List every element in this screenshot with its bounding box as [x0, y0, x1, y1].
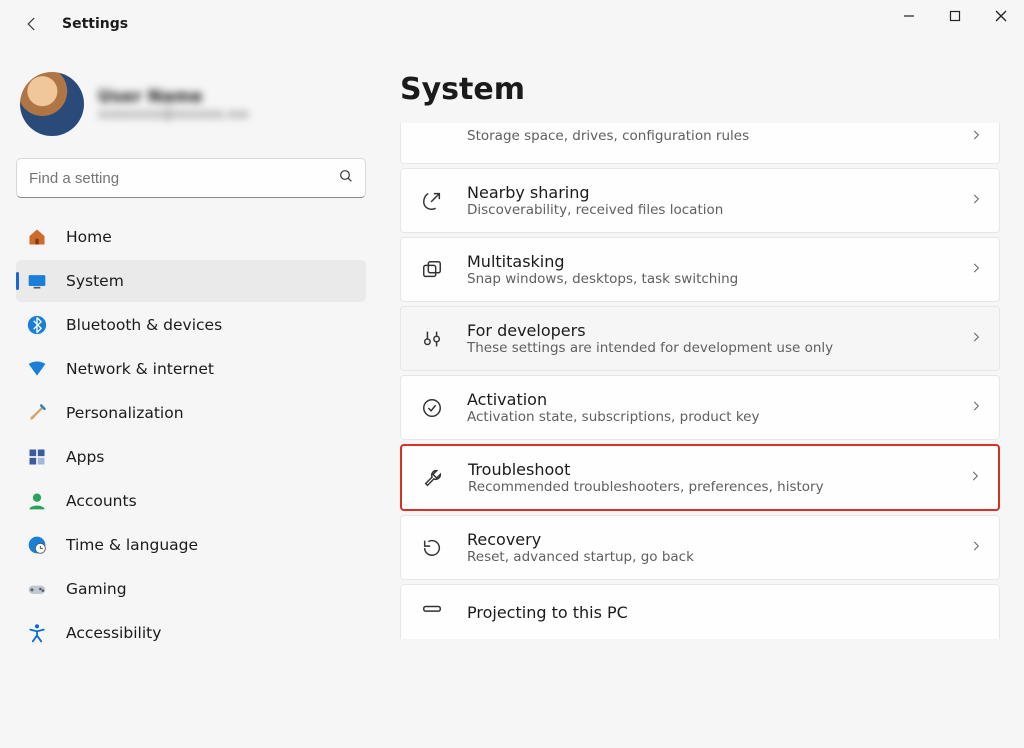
accessibility-icon	[26, 622, 48, 644]
titlebar: Settings	[0, 0, 1024, 48]
home-icon	[26, 226, 48, 248]
check-circle-icon	[419, 395, 445, 421]
sidebar-item-bluetooth[interactable]: Bluetooth & devices	[16, 304, 366, 346]
card-desc: Discoverability, received files location	[467, 202, 947, 218]
sidebar-item-label: Accessibility	[66, 624, 161, 642]
settings-card-recovery[interactable]: Recovery Reset, advanced startup, go bac…	[400, 515, 1000, 580]
sidebar-item-gaming[interactable]: Gaming	[16, 568, 366, 610]
wifi-icon	[26, 358, 48, 380]
chevron-right-icon	[969, 191, 983, 210]
card-title: Multitasking	[467, 252, 947, 271]
sidebar-item-label: Personalization	[66, 404, 184, 422]
settings-card-projecting[interactable]: Projecting to this PC	[400, 584, 1000, 639]
close-button[interactable]	[978, 0, 1024, 32]
settings-card-multitasking[interactable]: Multitasking Snap windows, desktops, tas…	[400, 237, 1000, 302]
card-title: Nearby sharing	[467, 183, 947, 202]
sidebar-item-home[interactable]: Home	[16, 216, 366, 258]
settings-card-activation[interactable]: Activation Activation state, subscriptio…	[400, 375, 1000, 440]
sidebar-item-time[interactable]: Time & language	[16, 524, 366, 566]
settings-card-for-developers[interactable]: For developers These settings are intend…	[400, 306, 1000, 371]
sidebar-item-accounts[interactable]: Accounts	[16, 480, 366, 522]
card-desc: Storage space, drives, configuration rul…	[467, 128, 947, 144]
back-button[interactable]	[18, 10, 46, 38]
chevron-right-icon	[969, 398, 983, 417]
sidebar: User Name xxxxxxxxx@xxxxxxx.xxx Home Sy	[0, 48, 380, 748]
card-title: Projecting to this PC	[467, 603, 983, 622]
chevron-right-icon	[969, 329, 983, 348]
sidebar-item-network[interactable]: Network & internet	[16, 348, 366, 390]
app-title: Settings	[62, 16, 128, 32]
chevron-right-icon	[969, 260, 983, 279]
settings-card-nearby-sharing[interactable]: Nearby sharing Discoverability, received…	[400, 168, 1000, 233]
card-title: Troubleshoot	[468, 460, 946, 479]
gamepad-icon	[26, 578, 48, 600]
sidebar-item-label: Accounts	[66, 492, 137, 510]
sidebar-item-label: Bluetooth & devices	[66, 316, 222, 334]
user-name: User Name	[98, 87, 249, 107]
main-content: System Storage space, drives, configurat…	[380, 48, 1024, 748]
system-icon	[26, 270, 48, 292]
sidebar-item-label: Time & language	[66, 536, 198, 554]
developers-icon	[419, 326, 445, 352]
maximize-button[interactable]	[932, 0, 978, 32]
card-title: Recovery	[467, 530, 947, 549]
card-title: Activation	[467, 390, 947, 409]
apps-icon	[26, 446, 48, 468]
projecting-icon	[419, 599, 445, 625]
sidebar-item-personalization[interactable]: Personalization	[16, 392, 366, 434]
minimize-button[interactable]	[886, 0, 932, 32]
person-icon	[26, 490, 48, 512]
card-desc: Reset, advanced startup, go back	[467, 549, 947, 565]
sidebar-item-accessibility[interactable]: Accessibility	[16, 612, 366, 654]
chevron-right-icon	[968, 468, 982, 487]
sidebar-item-label: Home	[66, 228, 112, 246]
recovery-icon	[419, 535, 445, 561]
chevron-right-icon	[969, 127, 983, 146]
sidebar-item-label: Apps	[66, 448, 104, 466]
card-desc: Activation state, subscriptions, product…	[467, 409, 947, 425]
search-icon[interactable]	[338, 168, 354, 188]
card-desc: These settings are intended for developm…	[467, 340, 947, 356]
user-email: xxxxxxxxx@xxxxxxx.xxx	[98, 107, 249, 121]
multitasking-icon	[419, 257, 445, 283]
settings-card-troubleshoot[interactable]: Troubleshoot Recommended troubleshooters…	[400, 444, 1000, 511]
wrench-icon	[420, 465, 446, 491]
bluetooth-icon	[26, 314, 48, 336]
share-icon	[419, 188, 445, 214]
chevron-right-icon	[969, 538, 983, 557]
settings-card-storage[interactable]: Storage space, drives, configuration rul…	[400, 123, 1000, 164]
profile-block[interactable]: User Name xxxxxxxxx@xxxxxxx.xxx	[16, 72, 366, 136]
sidebar-item-apps[interactable]: Apps	[16, 436, 366, 478]
avatar	[20, 72, 84, 136]
card-desc: Snap windows, desktops, task switching	[467, 271, 947, 287]
card-desc: Recommended troubleshooters, preferences…	[468, 479, 946, 495]
storage-icon	[419, 123, 445, 149]
sidebar-item-label: Network & internet	[66, 360, 214, 378]
sidebar-item-system[interactable]: System	[16, 260, 366, 302]
paintbrush-icon	[26, 402, 48, 424]
page-title: System	[400, 72, 1000, 107]
sidebar-item-label: System	[66, 272, 124, 290]
globe-clock-icon	[26, 534, 48, 556]
card-title: For developers	[467, 321, 947, 340]
sidebar-item-label: Gaming	[66, 580, 127, 598]
search-input[interactable]	[16, 158, 366, 198]
